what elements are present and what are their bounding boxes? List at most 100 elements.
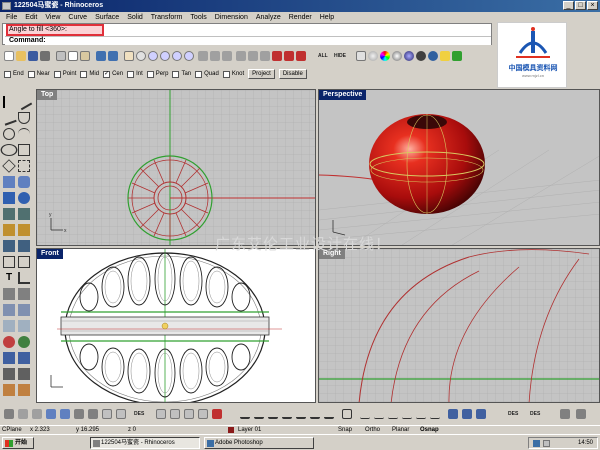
select-arrow-icon[interactable]	[3, 96, 15, 108]
osnap-tan-checkbox[interactable]	[172, 70, 180, 78]
paste-icon[interactable]	[80, 51, 90, 61]
tool-extra-2-icon[interactable]	[576, 409, 586, 419]
osnap-cen-checkbox[interactable]: ✓	[103, 70, 111, 78]
menu-curve[interactable]: Curve	[68, 12, 87, 23]
group-icon[interactable]	[3, 368, 15, 380]
bottom-des-label-1[interactable]: DES	[134, 411, 144, 417]
osnap-point[interactable]: Point	[53, 70, 76, 78]
cplane-icon[interactable]	[222, 51, 232, 61]
taskbar-item-photoshop[interactable]: Adobe Photoshop	[204, 437, 314, 449]
new-file-icon[interactable]	[4, 51, 14, 61]
dimension-tool-icon[interactable]	[448, 409, 458, 419]
osnap-mid-checkbox[interactable]	[80, 70, 88, 78]
rebuild-icon[interactable]	[342, 409, 352, 419]
open-file-icon[interactable]	[16, 51, 26, 61]
layer-manager-icon[interactable]	[18, 409, 28, 419]
zoom-extents-icon[interactable]	[172, 51, 182, 61]
curve-edit-2-icon[interactable]	[374, 409, 384, 419]
curve-edit-5-icon[interactable]	[416, 409, 426, 419]
control-points-icon[interactable]	[198, 409, 208, 419]
point-on-icon[interactable]	[212, 409, 222, 419]
osnap-mid[interactable]: Mid	[80, 70, 99, 78]
redo-icon[interactable]	[108, 51, 118, 61]
render-mesh-icon[interactable]	[3, 352, 15, 364]
menu-surface[interactable]: Surface	[95, 12, 119, 23]
menu-edit[interactable]: Edit	[25, 12, 37, 23]
zoom-selected-icon[interactable]	[184, 51, 194, 61]
menu-render[interactable]: Render	[289, 12, 312, 23]
leader-icon[interactable]	[18, 272, 30, 284]
properties-icon[interactable]	[156, 409, 166, 419]
render-icon[interactable]	[404, 51, 414, 61]
box-solid-icon[interactable]	[3, 208, 15, 220]
zoom-window-icon[interactable]	[160, 51, 170, 61]
tray-clock[interactable]: 14:50	[578, 438, 593, 449]
osnap-toggle-icon[interactable]	[4, 409, 14, 419]
color-wheel-icon[interactable]	[380, 51, 390, 61]
maximize-button[interactable]: □	[575, 1, 586, 10]
osnap-near-checkbox[interactable]	[27, 70, 35, 78]
scale-icon[interactable]	[18, 304, 30, 316]
offset-curve-icon[interactable]	[18, 160, 30, 172]
material-icon[interactable]	[416, 51, 426, 61]
split-icon[interactable]	[18, 384, 30, 396]
explode-icon[interactable]	[324, 409, 334, 419]
viewport-perspective[interactable]: Perspective	[318, 89, 600, 246]
boolean-difference-icon[interactable]	[18, 224, 30, 236]
menu-transform[interactable]: Transform	[151, 12, 183, 23]
select-all-icon[interactable]	[296, 51, 306, 61]
menu-analyze[interactable]: Analyze	[256, 12, 281, 23]
osnap-knot-checkbox[interactable]	[222, 70, 230, 78]
lights-icon[interactable]	[18, 352, 30, 364]
extend-curve-icon[interactable]	[296, 409, 306, 419]
fillet-curve-icon[interactable]	[254, 409, 264, 419]
zebra-icon[interactable]	[18, 336, 30, 348]
environment-icon[interactable]	[428, 51, 438, 61]
record-icon[interactable]	[60, 409, 70, 419]
curve-edit-4-icon[interactable]	[402, 409, 412, 419]
select-icon[interactable]	[284, 51, 294, 61]
bottom-des-label-3[interactable]: DES	[530, 411, 540, 417]
light-icon[interactable]	[440, 51, 450, 61]
tray-network-icon[interactable]	[533, 440, 540, 447]
osnap-quad-checkbox[interactable]	[195, 70, 203, 78]
cut-icon[interactable]	[56, 51, 66, 61]
trim-icon[interactable]	[3, 384, 15, 396]
text-tool-icon[interactable]: T	[3, 272, 15, 284]
rectangle-icon[interactable]	[18, 144, 30, 156]
array-icon[interactable]	[18, 320, 30, 332]
polyline-icon[interactable]	[1, 110, 17, 126]
surface-icon[interactable]	[3, 176, 15, 188]
toolbar-hide-label[interactable]: HIDE	[334, 53, 346, 59]
toolbar-all-label[interactable]: ALL	[318, 53, 328, 59]
osnap-end[interactable]: End	[4, 70, 24, 78]
osnap-disable-button[interactable]: Disable	[278, 69, 307, 79]
mirror-icon[interactable]	[3, 320, 15, 332]
mesh-icon[interactable]	[3, 240, 15, 252]
zoom-icon[interactable]	[148, 51, 158, 61]
menu-solid[interactable]: Solid	[127, 12, 143, 23]
osnap-tan[interactable]: Tan	[172, 70, 191, 78]
history-icon[interactable]	[46, 409, 56, 419]
save-icon[interactable]	[28, 51, 38, 61]
analyze-icon[interactable]	[3, 336, 15, 348]
join-icon[interactable]	[310, 409, 320, 419]
move-icon[interactable]	[3, 288, 15, 300]
rotate-view-icon[interactable]	[136, 51, 146, 61]
copy-object-icon[interactable]	[18, 288, 30, 300]
annotation-icon[interactable]	[462, 409, 472, 419]
viewport-perspective-label[interactable]: Perspective	[319, 90, 367, 100]
osnap-perp-checkbox[interactable]	[146, 70, 154, 78]
menu-file[interactable]: File	[6, 12, 17, 23]
curve-edit-6-icon[interactable]	[430, 409, 440, 419]
viewport-top-label[interactable]: Top	[37, 90, 58, 100]
minimize-button[interactable]: _	[563, 1, 574, 10]
osnap-int[interactable]: Int	[127, 70, 143, 78]
help-icon[interactable]	[452, 51, 462, 61]
pan-hand-icon[interactable]	[124, 51, 134, 61]
osnap-quad[interactable]: Quad	[195, 70, 219, 78]
polygon-icon[interactable]	[2, 159, 16, 173]
osnap-knot[interactable]: Knot	[222, 70, 244, 78]
osnap-near[interactable]: Near	[27, 70, 50, 78]
mesh-polygon-icon[interactable]	[18, 240, 30, 252]
